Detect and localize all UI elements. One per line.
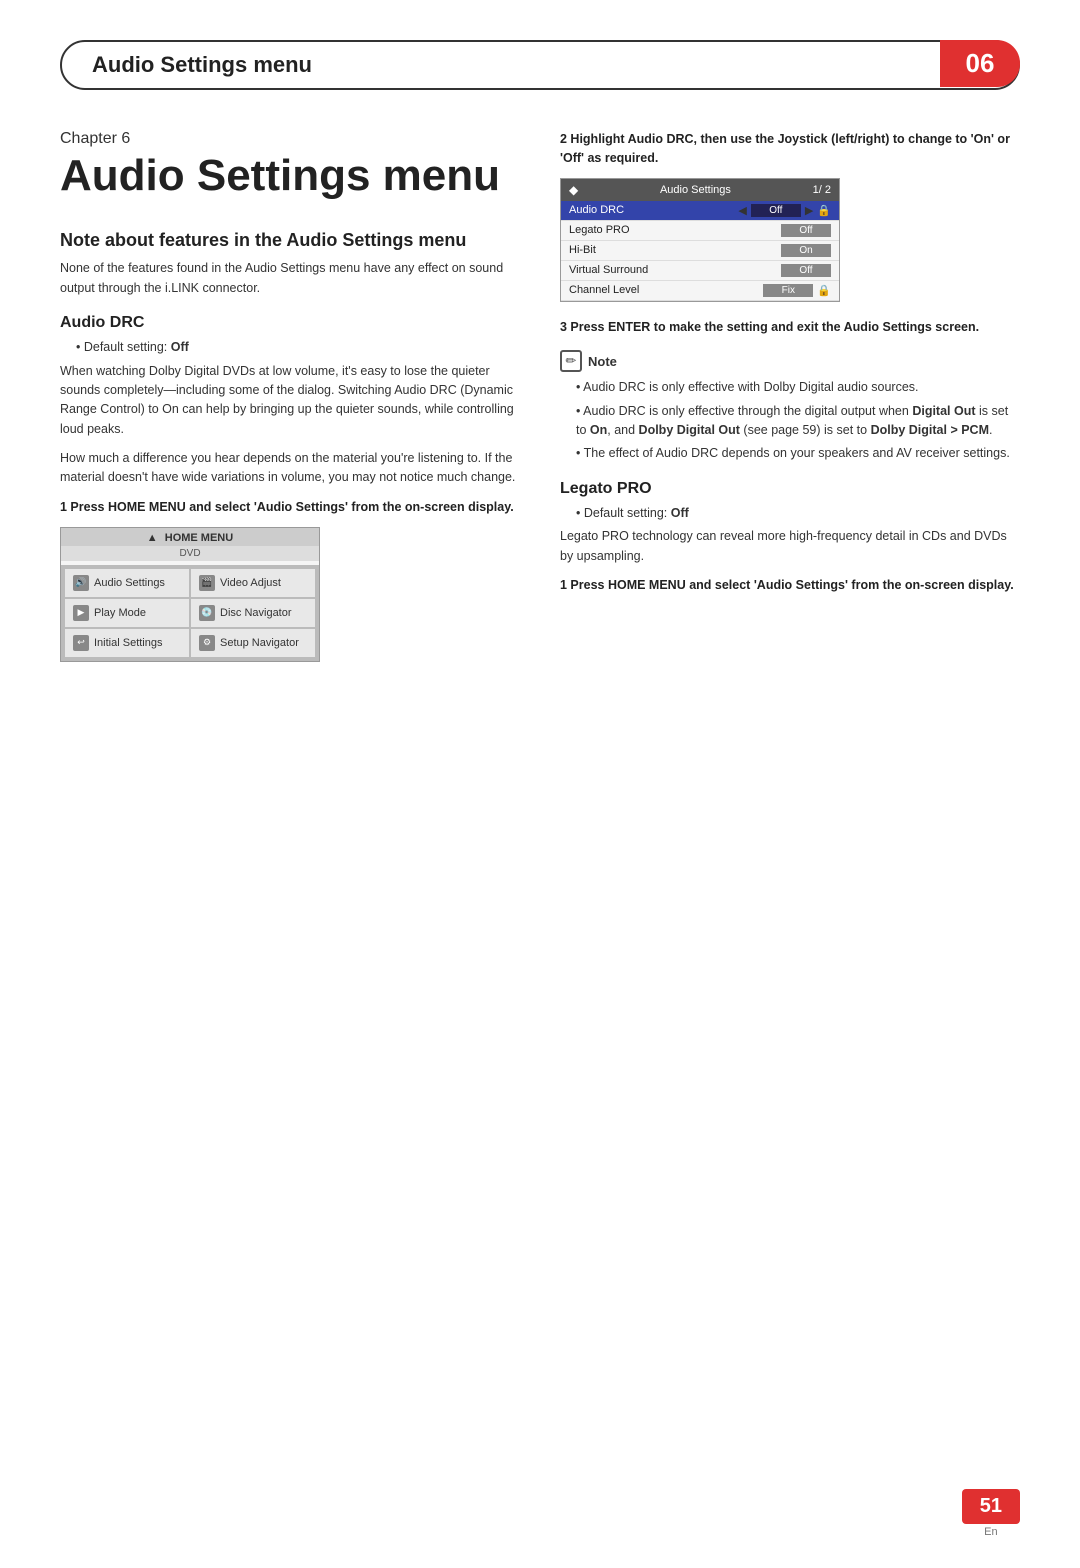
header-bar: Audio Settings menu 06 [60, 40, 1020, 90]
home-menu-subtitle: DVD [61, 546, 319, 561]
play-mode-icon: ▶ [73, 605, 89, 621]
note-header: ✏ Note [560, 350, 1020, 372]
lock-icon: 🔒 [817, 284, 831, 297]
lock-icon-placeholder: 🔒 [817, 204, 831, 217]
chapter-label: Chapter 6 [60, 130, 520, 148]
step1-text: 1 Press HOME MENU and select 'Audio Sett… [60, 498, 520, 517]
left-column: Chapter 6 Audio Settings menu Note about… [60, 130, 520, 678]
audio-settings-row-hibit: Hi-Bit On [561, 241, 839, 261]
note-bullet-2: Audio DRC is only effective through the … [576, 402, 1020, 441]
home-menu-title: ▲ HOME MENU [61, 528, 319, 546]
note-bullet-1: Audio DRC is only effective with Dolby D… [576, 378, 1020, 397]
audio-settings-icon: 🔊 [73, 575, 89, 591]
audio-settings-row-legato: Legato PRO Off [561, 221, 839, 241]
page-number: 51 [962, 1489, 1020, 1524]
audio-drc-body2: How much a difference you hear depends o… [60, 449, 520, 488]
arrow-right-icon: ▶ [805, 204, 813, 217]
page-footer: 51 En [962, 1489, 1020, 1538]
audio-settings-ui: ◆ Audio Settings 1/ 2 Audio DRC ◀ Off ▶ … [560, 178, 840, 302]
hibit-row-name: Hi-Bit [569, 244, 781, 256]
legato-pro-default: Default setting: Off [576, 504, 1020, 523]
audio-drc-default: Default setting: Off [76, 338, 520, 357]
home-menu-item-setup[interactable]: ⚙ Setup Navigator [191, 629, 315, 657]
audio-drc-value: Off [751, 204, 801, 217]
note-label: Note [588, 354, 617, 369]
note-bullet-3: The effect of Audio DRC depends on your … [576, 444, 1020, 463]
home-menu-item-initial[interactable]: ↩ Initial Settings [65, 629, 189, 657]
note-about-heading: Note about features in the Audio Setting… [60, 230, 520, 251]
step3-text: 3 Press ENTER to make the setting and ex… [560, 318, 1020, 337]
home-menu-item-play[interactable]: ▶ Play Mode [65, 599, 189, 627]
setup-navigator-icon: ⚙ [199, 635, 215, 651]
video-adjust-icon: 🎬 [199, 575, 215, 591]
note-box: ✏ Note Audio DRC is only effective with … [560, 350, 1020, 464]
home-menu-grid: 🔊 Audio Settings 🎬 Video Adjust ▶ Play M… [61, 565, 319, 661]
legato-pro-body: Legato PRO technology can reveal more hi… [560, 527, 1020, 566]
channel-level-row-name: Channel Level [569, 284, 763, 296]
home-menu-item-disc[interactable]: 💿 Disc Navigator [191, 599, 315, 627]
disc-navigator-icon: 💿 [199, 605, 215, 621]
legato-pro-row-name: Legato PRO [569, 224, 781, 236]
home-menu-ui: ▲ HOME MENU DVD 🔊 Audio Settings 🎬 Video… [60, 527, 320, 662]
right-column: 2 Highlight Audio DRC, then use the Joys… [560, 130, 1020, 678]
audio-drc-body1: When watching Dolby Digital DVDs at low … [60, 362, 520, 440]
header-title: Audio Settings menu [92, 52, 312, 78]
audio-settings-row-virtual: Virtual Surround Off [561, 261, 839, 281]
arrow-left-icon: ◀ [738, 204, 746, 217]
note-about-body: None of the features found in the Audio … [60, 259, 520, 298]
audio-settings-row-channel: Channel Level Fix 🔒 [561, 281, 839, 301]
audio-drc-row-name: Audio DRC [569, 204, 738, 216]
home-menu-icon: ▲ [147, 532, 158, 544]
audio-settings-header: ◆ Audio Settings 1/ 2 [561, 179, 839, 201]
legato-step1-text: 1 Press HOME MENU and select 'Audio Sett… [560, 576, 1020, 595]
note-icon: ✏ [560, 350, 582, 372]
step2-text: 2 Highlight Audio DRC, then use the Joys… [560, 130, 1020, 168]
home-menu-item-audio[interactable]: 🔊 Audio Settings [65, 569, 189, 597]
audio-settings-header-icon: ◆ [569, 183, 578, 197]
home-menu-item-video[interactable]: 🎬 Video Adjust [191, 569, 315, 597]
audio-settings-header-label: Audio Settings [660, 184, 731, 196]
audio-settings-header-page: 1/ 2 [813, 184, 831, 196]
hibit-value: On [781, 244, 831, 257]
content-area: Chapter 6 Audio Settings menu Note about… [60, 130, 1020, 678]
chapter-title: Audio Settings menu [60, 152, 520, 200]
legato-pro-heading: Legato PRO [560, 480, 1020, 498]
channel-level-value: Fix [763, 284, 813, 297]
legato-pro-value: Off [781, 224, 831, 237]
chapter-badge: 06 [940, 40, 1020, 87]
virtual-surround-row-name: Virtual Surround [569, 264, 781, 276]
audio-settings-row-drc: Audio DRC ◀ Off ▶ 🔒 [561, 201, 839, 221]
page-wrapper: Audio Settings menu 06 Chapter 6 Audio S… [0, 40, 1080, 1568]
virtual-surround-value: Off [781, 264, 831, 277]
audio-drc-heading: Audio DRC [60, 314, 520, 332]
initial-settings-icon: ↩ [73, 635, 89, 651]
